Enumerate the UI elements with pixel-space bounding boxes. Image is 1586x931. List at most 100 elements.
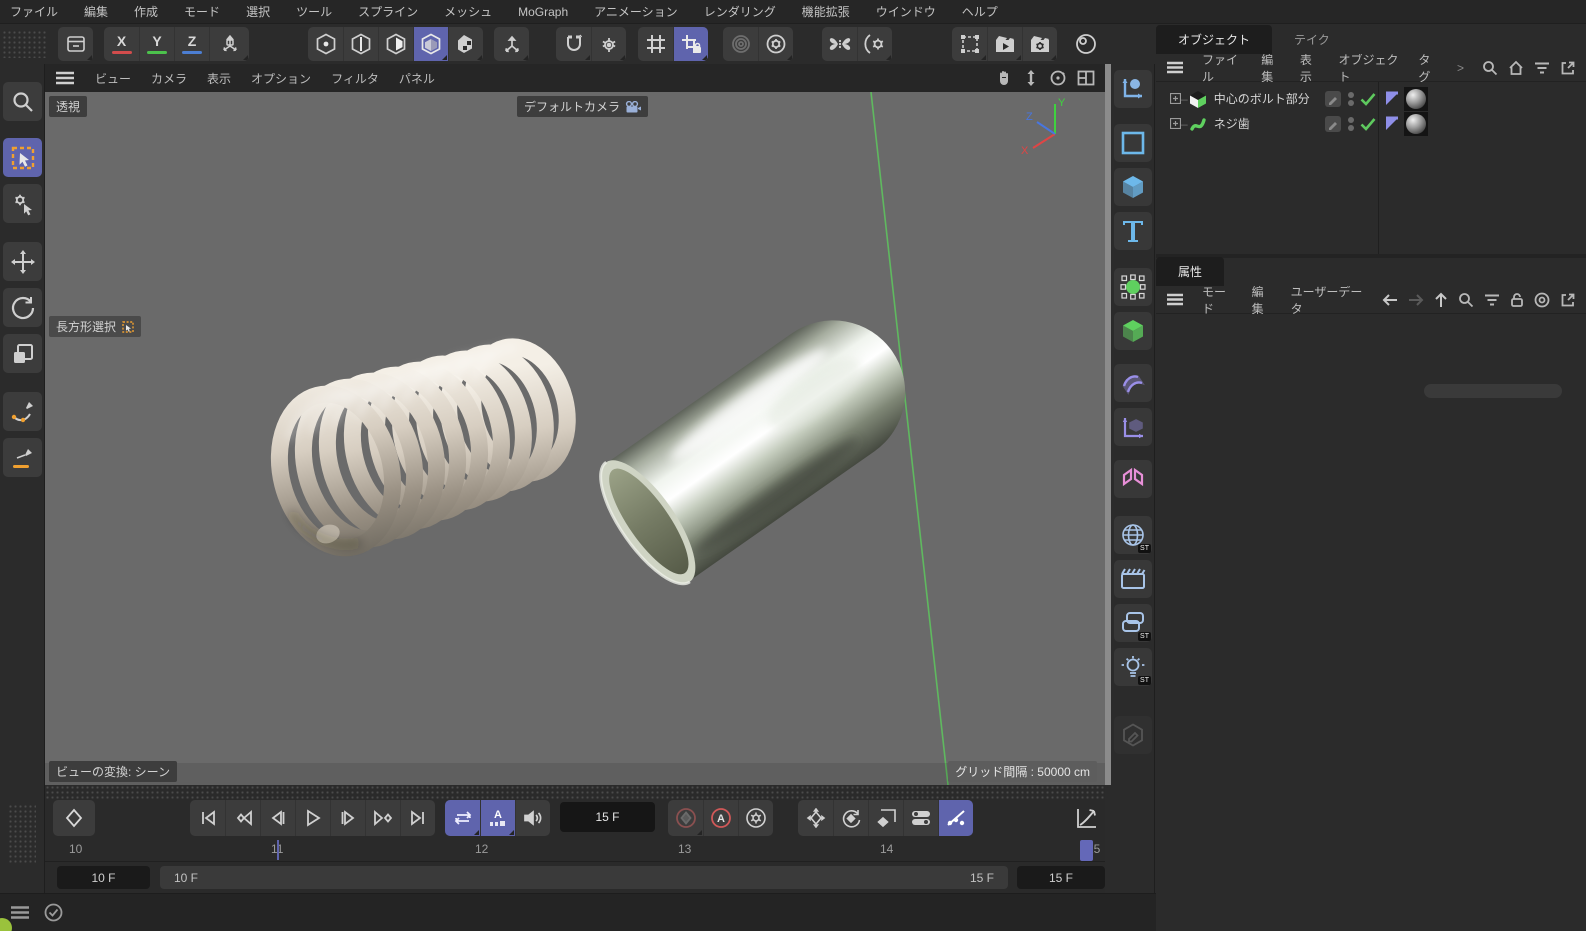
range-start-field[interactable]: 10 F [57,866,150,889]
material-tag-thumbnail[interactable] [1404,87,1428,111]
range-slider[interactable]: 10 F 15 F [160,866,1008,889]
am-menu-userdata[interactable]: ユーザーデータ [1291,283,1364,317]
previous-key-button[interactable] [225,800,260,836]
cube-primitive-button[interactable] [1114,168,1152,206]
background-object-button[interactable]: ST [1114,604,1152,642]
timeline-ruler[interactable]: 10 11 12 13 14 15 [45,838,1105,862]
menu-tools[interactable]: ツール [296,3,332,20]
tab-take[interactable]: テイク [1272,25,1352,54]
menu-create[interactable]: 作成 [134,3,158,20]
phong-tag-icon[interactable] [1384,91,1400,107]
scale-tool-button[interactable] [3,334,42,373]
object-row-thread[interactable]: – ネジ歯 [1156,111,1586,136]
toggle-panel-layout-icon[interactable] [1077,70,1095,86]
menu-mograph[interactable]: MoGraph [518,5,568,19]
vp-menu-view[interactable]: ビュー [95,70,131,87]
previous-frame-button[interactable] [260,800,295,836]
spring-object[interactable] [264,337,580,560]
am-menu-mode[interactable]: モード [1202,283,1234,317]
om-hamburger-icon[interactable] [1166,61,1184,74]
subdivision-surface-button[interactable] [1114,268,1152,306]
enabled-check-icon[interactable] [1359,116,1377,132]
timeline-separator[interactable] [45,785,1105,799]
vp-menu-filter[interactable]: フィルタ [331,70,379,87]
polygons-mode-button[interactable] [378,27,413,61]
move-tool-button[interactable] [3,242,42,281]
vp-menu-options[interactable]: オプション [251,70,311,87]
material-tag-thumbnail[interactable] [1404,112,1428,136]
sky-object-button[interactable]: ST [1114,516,1152,554]
light-object-button[interactable]: ST [1114,648,1152,686]
snap-settings-button[interactable] [591,27,626,61]
key-pla-button[interactable] [938,800,973,836]
stage-object-button[interactable] [1114,560,1152,598]
spline-pen-tool-button[interactable] [3,392,42,431]
object-name[interactable]: 中心のボルト部分 [1214,90,1310,107]
keyframe-settings-button[interactable] [738,800,773,836]
expand-icon[interactable] [1170,118,1181,129]
next-frame-button[interactable] [330,800,365,836]
modeling-settings-button[interactable] [857,27,892,61]
object-row-bolt[interactable]: – 中心のボルト部分 [1156,86,1586,111]
am-search-icon[interactable] [1458,292,1474,308]
interaction-settings-button[interactable] [758,27,793,61]
bend-deformer-button[interactable] [1114,364,1152,402]
sound-button[interactable] [515,800,550,836]
spline-pen-blue-button[interactable] [1114,70,1152,108]
om-menu-tags[interactable]: タグ [1418,51,1439,85]
points-mode-button[interactable] [308,27,343,61]
menu-select[interactable]: 選択 [246,3,270,20]
om-external-icon[interactable] [1560,60,1576,76]
om-filter-icon[interactable] [1534,61,1550,75]
viewport-hamburger-icon[interactable] [55,71,75,85]
menu-edit[interactable]: 編集 [84,3,108,20]
am-menu-edit[interactable]: 編集 [1252,283,1273,317]
rotate-tool-button[interactable] [3,288,42,327]
coordinate-system-button[interactable] [209,27,249,61]
projection-label[interactable]: 透視 [49,96,87,117]
enabled-check-icon[interactable] [1359,91,1377,107]
symmetry-button[interactable] [822,27,857,61]
om-menu-file[interactable]: ファイル [1202,51,1243,85]
edit-toggle-icon[interactable] [1324,115,1342,133]
am-back-icon[interactable] [1382,293,1398,307]
autokey-selected-button[interactable]: A [480,800,515,836]
am-hamburger-icon[interactable] [1166,293,1184,306]
record-keyframe-button[interactable] [53,800,95,836]
am-lock-icon[interactable] [1510,292,1524,308]
am-up-icon[interactable] [1434,292,1448,308]
menu-extensions[interactable]: 機能拡張 [802,3,850,20]
edit-toggle-icon[interactable] [1324,90,1342,108]
find-tool-button[interactable] [3,82,42,121]
key-position-button[interactable] [798,800,833,836]
menu-animation[interactable]: アニメーション [594,3,678,20]
menu-mesh[interactable]: メッシュ [444,3,492,20]
keyframe-marker[interactable] [277,840,279,860]
lock-z-axis-button[interactable]: Z [174,27,209,61]
interaction-disabled-button[interactable] [723,27,758,61]
grid-button[interactable] [638,27,673,61]
undo-box-button[interactable] [58,27,93,61]
goto-end-button[interactable] [400,800,435,836]
viewport-canvas[interactable]: Y X Z 透視 デフォルトカメラ 長方形選択 ビューの変換: シーン グリッド… [45,92,1105,785]
texture-mode-button[interactable] [448,27,483,61]
text-object-button[interactable] [1114,212,1152,250]
expand-icon[interactable] [1170,93,1181,104]
render-settings-button[interactable] [1022,27,1057,61]
am-filter-icon[interactable] [1484,293,1500,307]
menu-mode[interactable]: モード [184,3,220,20]
visibility-dots-icon[interactable] [1347,90,1355,108]
om-menu-object[interactable]: オブジェクト [1339,51,1401,85]
next-key-button[interactable] [365,800,400,836]
render-region-button[interactable] [952,27,987,61]
vp-menu-camera[interactable]: カメラ [151,70,187,87]
om-menu-overflow[interactable]: > [1457,61,1464,75]
om-home-icon[interactable] [1508,60,1524,76]
tweak-tool-button[interactable] [3,184,42,223]
om-menu-view[interactable]: 表示 [1300,51,1321,85]
object-name[interactable]: ネジ歯 [1214,115,1250,132]
workplane-lock-button[interactable] [673,27,708,61]
vp-menu-display[interactable]: 表示 [207,70,231,87]
rectangle-select-tool-button[interactable] [3,138,42,177]
range-end-field[interactable]: 15 F [1017,866,1105,889]
